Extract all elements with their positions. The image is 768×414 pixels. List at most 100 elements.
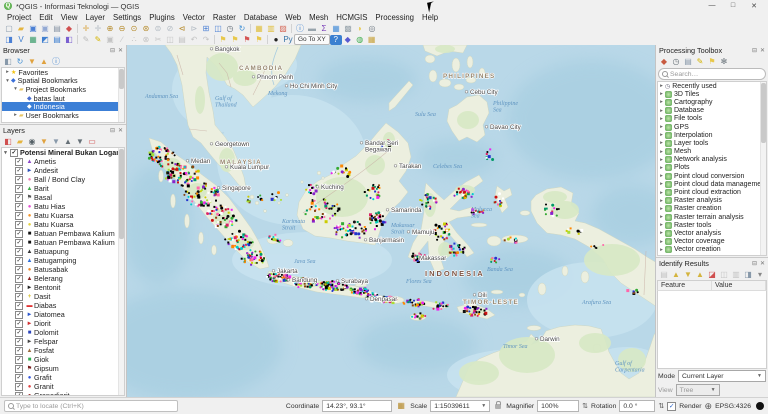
toolbox-item-plots[interactable]: ▸Plots [658, 164, 766, 172]
menu-mesh[interactable]: Mesh [305, 13, 332, 22]
menu-settings[interactable]: Settings [109, 13, 145, 22]
toolbox-item-vector-general[interactable]: ▸Vector general [658, 254, 766, 256]
label-toolbar-pin-icon[interactable]: ⚑ [241, 35, 253, 45]
layer-row-diorit[interactable]: ✓►Diorit [2, 319, 124, 328]
layer-row-bentonit[interactable]: ✓►Bentonit [2, 283, 124, 292]
expander-icon[interactable]: ▾ [4, 78, 11, 84]
zoom-last-icon[interactable]: ⊲ [176, 24, 188, 34]
rotation-input[interactable]: 0.0 ° [619, 400, 655, 412]
toolbox-item-interpolation[interactable]: ▸Interpolation [658, 131, 766, 139]
open-layer-styling-panel-icon[interactable]: ◧ [2, 137, 14, 147]
open-project-icon[interactable]: ▰ [15, 24, 27, 34]
layer-checkbox[interactable]: ✓ [15, 176, 23, 184]
layer-row-batu-kuarsa[interactable]: ✓●Batu Kuarsa [2, 211, 124, 220]
layer-row-diabas[interactable]: ✓▬Diabas [2, 301, 124, 310]
minimize-button[interactable]: — [702, 2, 722, 10]
new-project-icon[interactable]: ▢ [3, 24, 15, 34]
layer-checkbox[interactable]: ✓ [15, 383, 23, 391]
layer-row-belerang[interactable]: ✓▲Belerang [2, 274, 124, 283]
move-label-icon[interactable]: ⚑ [253, 35, 265, 45]
quickmapservices-icon[interactable]: ▦ [366, 35, 378, 45]
manage-map-themes-icon[interactable]: ◉ [26, 137, 38, 147]
copy-feature-icon[interactable]: ◫ [718, 270, 730, 280]
expander-icon[interactable]: ▾ [2, 150, 9, 156]
processing-search-input[interactable]: Search… [658, 68, 766, 80]
field-calculator-icon[interactable]: ▩ [342, 24, 354, 34]
layer-row-ametis[interactable]: ✓▲Ametis [2, 157, 124, 166]
layer-row-granit[interactable]: ✓●Granit [2, 382, 124, 391]
search-layers-plugin-icon[interactable]: ◍ [354, 35, 366, 45]
layer-row-ball-bond-clay[interactable]: ✓●Ball / Bond Clay [2, 175, 124, 184]
layer-checkbox[interactable]: ✓ [15, 239, 23, 247]
toolbox-item-gps[interactable]: ▸GPS [658, 123, 766, 131]
layer-row-batu-hias[interactable]: ✓●Batu Hias [2, 202, 124, 211]
collapse-all-browser-icon[interactable]: ▲ [38, 57, 50, 67]
browser-item-user-bookmarks[interactable]: ▸▰User Bookmarks [2, 111, 124, 120]
layer-row-felspar[interactable]: ✓►Felspar [2, 337, 124, 346]
expand-new-results-icon[interactable]: ▲ [694, 270, 706, 280]
models-menu-icon[interactable]: ◆ [658, 57, 670, 67]
layer-row-batugamping[interactable]: ✓▲Batugamping [2, 256, 124, 265]
view-combo[interactable]: Tree ▼ [676, 384, 720, 396]
data-source-manager-icon[interactable]: ◨ [3, 35, 15, 45]
menu-database[interactable]: Database [240, 13, 281, 22]
select-features-by-value-icon[interactable]: ▥ [265, 24, 277, 34]
toolbox-item-cartography[interactable]: ▸Cartography [658, 98, 766, 106]
layer-row-batu-kuarsa[interactable]: ✓●Batu Kuarsa [2, 220, 124, 229]
deselect-features-icon[interactable]: ▨ [277, 24, 289, 34]
expander-icon[interactable]: ▸ [658, 247, 665, 253]
add-virtual-layer-icon[interactable]: ◧ [63, 35, 75, 45]
open-form-icon[interactable]: ▤ [658, 270, 670, 280]
layer-row-dasit[interactable]: ✓+Dasit [2, 292, 124, 301]
remove-layer-group-icon[interactable]: ▭ [86, 137, 98, 147]
toggle-editing-icon[interactable]: ✎ [80, 35, 92, 45]
zoom-to-selection-icon[interactable]: ⊜ [152, 24, 164, 34]
toolbox-item-point-cloud-extraction[interactable]: ▸Point cloud extraction [658, 188, 766, 196]
expander-icon[interactable]: ▾ [12, 86, 19, 92]
layer-row-dolomit[interactable]: ✓■Dolomit [2, 328, 124, 337]
browser-item-indonesia[interactable]: ◆Indonesia [2, 102, 124, 111]
close-icon[interactable]: ✕ [760, 260, 765, 267]
menu-help[interactable]: Help [418, 13, 442, 22]
layer-checkbox[interactable]: ✓ [15, 365, 23, 373]
render-checkbox[interactable]: ✓ [667, 402, 676, 411]
new-3d-map-view-icon[interactable]: ◫ [212, 24, 224, 34]
menu-plugins[interactable]: Plugins [145, 13, 179, 22]
expander-icon[interactable]: ▸ [658, 239, 665, 245]
layers-scrollbar[interactable] [118, 148, 124, 395]
expander-icon[interactable]: ▸ [658, 116, 665, 122]
layer-checkbox[interactable]: ✓ [15, 356, 23, 364]
toolbox-item-raster-analysis[interactable]: ▸Raster analysis [658, 197, 766, 205]
expander-icon[interactable]: ▸ [658, 222, 665, 228]
close-button[interactable]: ✕ [744, 2, 764, 10]
mode-combo[interactable]: Current Layer ▼ [678, 370, 766, 382]
identify-features-icon[interactable]: ⓘ [294, 24, 306, 34]
processing-scrollbar[interactable] [760, 82, 766, 255]
close-icon[interactable]: ✕ [760, 47, 765, 54]
help-contents-icon[interactable]: ? [330, 35, 342, 45]
layer-row-barit[interactable]: ✓▲Barit [2, 184, 124, 193]
filter-legend-by-expression-icon[interactable]: ▼ [50, 137, 62, 147]
expander-icon[interactable]: ▸ [658, 198, 665, 204]
layer-checkbox[interactable]: ✓ [15, 167, 23, 175]
layer-checkbox[interactable]: ✓ [15, 320, 23, 328]
layer-row-grafit[interactable]: ✓●Grafit [2, 373, 124, 382]
toolbox-item-point-cloud-data-management[interactable]: ▸Point cloud data management [658, 180, 766, 188]
layer-row-basal[interactable]: ✓⚑Basal [2, 193, 124, 202]
browser-item-project-bookmarks[interactable]: ▾▰Project Bookmarks [2, 85, 124, 94]
menu-web[interactable]: Web [281, 13, 305, 22]
expander-icon[interactable]: ▸ [658, 173, 665, 179]
expander-icon[interactable]: ▸ [658, 149, 665, 155]
pan-to-selection-icon[interactable]: ✛ [92, 24, 104, 34]
layer-row-fosfat[interactable]: ✓▲Fosfat [2, 346, 124, 355]
expander-icon[interactable]: ▸ [658, 181, 665, 187]
save-project-as-icon[interactable]: ▣ [39, 24, 51, 34]
layer-row-gipsum[interactable]: ✓⚑Gipsum [2, 364, 124, 373]
options-flag-icon[interactable]: ⚑ [706, 57, 718, 67]
new-map-view-icon[interactable]: ⊞ [200, 24, 212, 34]
toolbox-item-vector-analysis[interactable]: ▸Vector analysis [658, 229, 766, 237]
layer-checkbox[interactable]: ✓ [15, 347, 23, 355]
layer-group-checkbox[interactable]: ✓ [10, 149, 18, 157]
expander-icon[interactable]: ▸ [658, 124, 665, 130]
magnifier-input[interactable]: 100% [537, 400, 579, 412]
